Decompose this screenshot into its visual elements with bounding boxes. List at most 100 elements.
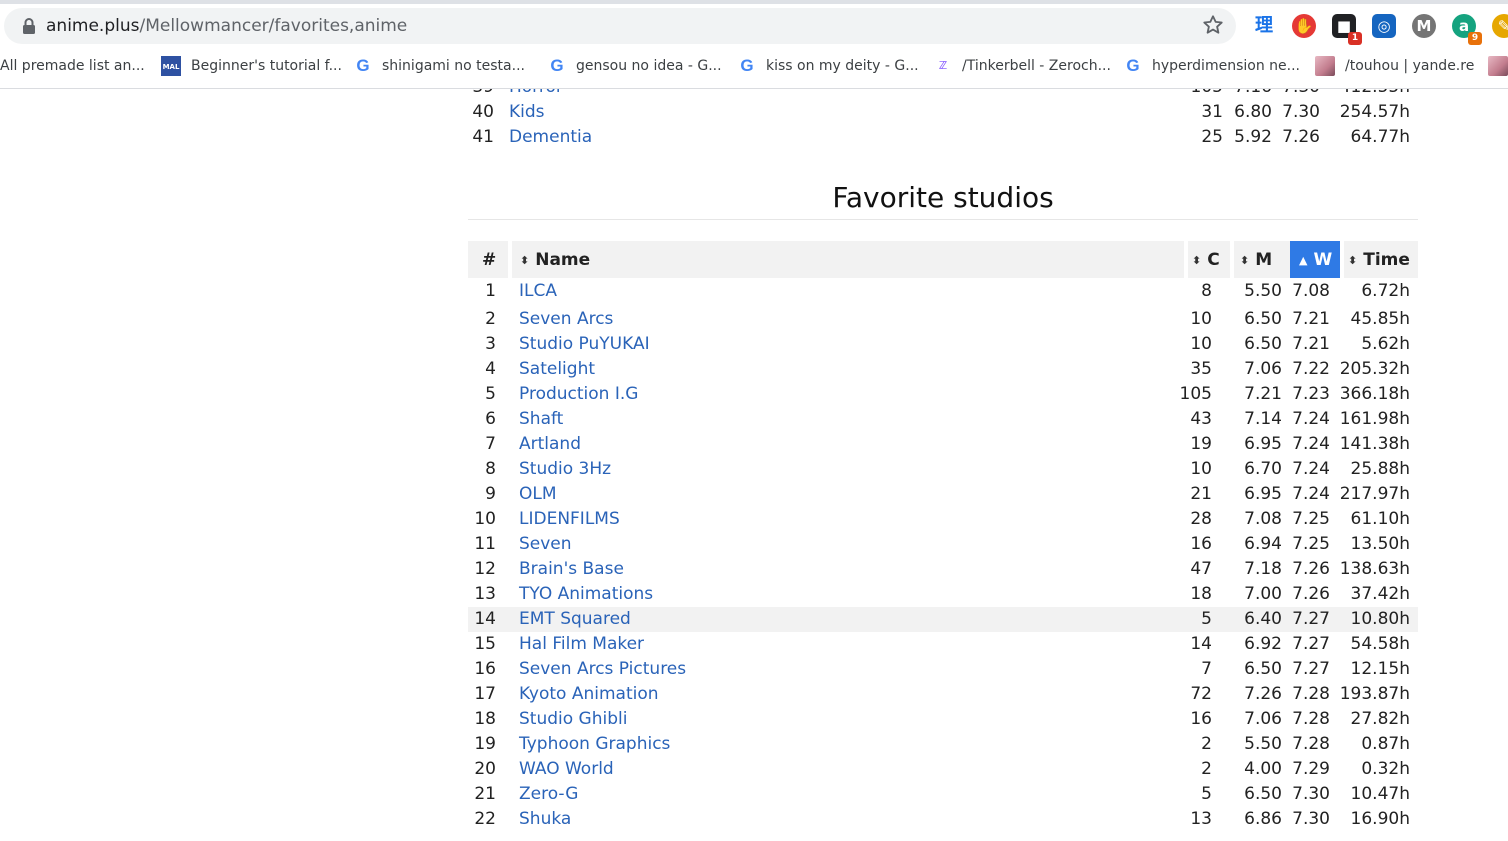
row-time: 205.32h [1339,359,1410,379]
row-count: 5 [1201,609,1212,629]
column-header-weighted[interactable]: ▲ W [1290,241,1340,278]
row-name-link[interactable]: Brain's Base [519,559,624,579]
row-name-link[interactable]: Typhoon Graphics [519,734,670,754]
bookmarks-bar: All premade list an... MAL Beginner's tuto… [0,50,1508,82]
row-time: 141.38h [1339,434,1410,454]
row-weighted: 7.24 [1292,434,1330,454]
table-row: 5 Production I.G 105 7.21 7.23 366.18h [468,382,1418,407]
row-time: 61.10h [1350,509,1410,529]
bookmark-item[interactable]: ℤ/Tinkerbell - Zeroch... [934,56,1111,76]
row-number: 3 [485,334,496,354]
puzzle-ext-icon[interactable]: ✎ [1492,14,1508,38]
bookmark-item[interactable]: MAL Beginner's tutorial f... [161,56,342,76]
browser-chrome: anime.plus/Mellowmancer/favorites,anime … [0,0,1508,89]
row-weighted: 7.23 [1292,384,1330,404]
row-name-link[interactable]: EMT Squared [519,609,631,629]
bookmark-item[interactable]: Gshinigami no testa... [354,56,525,76]
row-mean: 6.50 [1244,334,1282,354]
row-time: 54.58h [1350,634,1410,654]
column-header-name[interactable]: ⬍ Name [520,241,590,278]
mail-ext-icon[interactable]: M [1412,14,1436,38]
row-name-link[interactable]: Artland [519,434,581,454]
row-name: Seven Arcs [519,307,613,332]
row-name-link[interactable]: Seven [519,534,572,554]
row-number: 9 [485,484,496,504]
row-name-link[interactable]: LIDENFILMS [519,509,620,529]
row-name-link[interactable]: Shuka [519,809,571,829]
bookmark-star-icon[interactable] [1202,14,1224,36]
row-name: Dementia [509,125,592,150]
row-count: 35 [1190,359,1212,379]
table-row: 20 WAO World 2 4.00 7.29 0.32h [468,757,1418,782]
row-number: 21 [474,784,496,804]
adblock-ext-icon[interactable]: ✋ [1292,14,1316,38]
column-header-time[interactable]: ⬍ Time [1348,241,1410,278]
grammar-ext-icon[interactable]: a9 [1452,14,1482,45]
tab-strip-edge [0,0,1508,4]
row-name-link[interactable]: Studio Ghibli [519,709,627,729]
row-name-link[interactable]: Seven Arcs Pictures [519,659,686,679]
row-name-link[interactable]: TYO Animations [519,584,653,604]
row-count: 5 [1201,784,1212,804]
row-name-link[interactable]: Studio 3Hz [519,459,611,479]
row-name-link[interactable]: Shaft [519,409,563,429]
bookmark-item[interactable]: All premade list an... [0,56,145,76]
row-name-link[interactable]: Seven Arcs [519,309,613,329]
row-mean: 6.86 [1244,809,1282,829]
row-name-link[interactable]: Horror [509,89,563,97]
row-name-link[interactable]: Hal Film Maker [519,634,644,654]
google-icon: G [356,56,370,75]
row-mean: 6.92 [1244,634,1282,654]
table-row: 19 Typhoon Graphics 2 5.50 7.28 0.87h [468,732,1418,757]
row-name: Studio PuYUKAI [519,332,650,357]
row-name-link[interactable]: Kyoto Animation [519,684,659,704]
column-header-count[interactable]: ⬍ C [1192,241,1220,278]
row-name-link[interactable]: WAO World [519,759,614,779]
bookmark-item-overflow[interactable] [1488,56,1508,76]
lock-icon[interactable] [22,18,36,34]
table-row: 22 Shuka 13 6.86 7.30 16.90h [468,807,1418,832]
zerochan-icon: ℤ [938,59,948,72]
table-row: 39 Horror 105 7.16 7.30 412.55h [468,89,1418,100]
kanji-ext-icon[interactable]: 理 [1252,14,1276,38]
row-name: TYO Animations [519,582,653,607]
row-name-link[interactable]: Zero-G [519,784,578,804]
row-mean: 6.40 [1244,609,1282,629]
row-time: 217.97h [1339,484,1410,504]
row-time: 64.77h [1350,127,1410,147]
bookmark-label: shinigami no testa... [382,58,525,74]
row-time: 25.88h [1350,459,1410,479]
url-text[interactable]: anime.plus/Mellowmancer/favorites,anime [46,16,407,36]
row-number: 1 [485,281,496,301]
row-name-link[interactable]: OLM [519,484,557,504]
address-bar[interactable]: anime.plus/Mellowmancer/favorites,anime [4,8,1236,44]
row-name-link[interactable]: Studio PuYUKAI [519,334,650,354]
bookmark-item[interactable]: Gkiss on my deity - G... [738,56,918,76]
column-header-number[interactable]: # [482,241,496,278]
row-name-link[interactable]: Satelight [519,359,595,379]
row-name-link[interactable]: Production I.G [519,384,638,404]
table-row: 2 Seven Arcs 10 6.50 7.21 45.85h [468,307,1418,332]
row-count: 19 [1190,434,1212,454]
row-count: 10 [1190,459,1212,479]
row-name-link[interactable]: Dementia [509,127,592,147]
row-number: 15 [474,634,496,654]
row-mean: 7.14 [1244,409,1282,429]
compass-ext-icon[interactable]: ◎ [1372,14,1396,38]
notify-ext-icon[interactable]: ■ 1 [1332,14,1362,45]
row-name-link[interactable]: Kids [509,102,545,122]
row-weighted: 7.24 [1292,459,1330,479]
row-count: 72 [1190,684,1212,704]
row-number: 40 [472,102,494,122]
column-header-mean[interactable]: ⬍ M [1240,241,1272,278]
bookmark-label: Beginner's tutorial f... [191,58,342,74]
bookmark-item[interactable]: /touhou | yande.re [1315,56,1474,76]
row-count: 31 [1201,102,1223,122]
row-weighted: 7.30 [1282,102,1320,122]
row-weighted: 7.30 [1292,784,1330,804]
row-mean: 6.95 [1244,484,1282,504]
bookmark-item[interactable]: Ggensou no idea - G... [548,56,721,76]
row-name-link[interactable]: ILCA [519,281,557,301]
table-row: 21 Zero-G 5 6.50 7.30 10.47h [468,782,1418,807]
bookmark-item[interactable]: Ghyperdimension ne... [1124,56,1300,76]
